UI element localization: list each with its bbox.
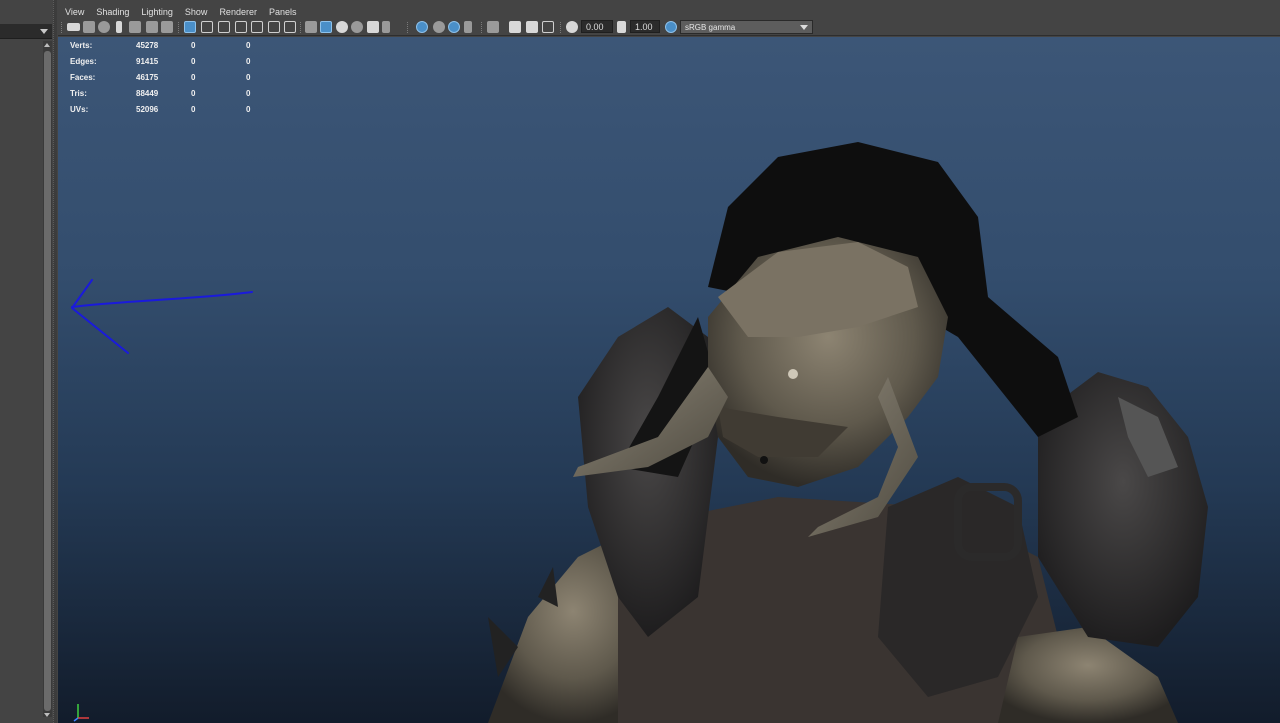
grid-icon[interactable] bbox=[129, 21, 141, 33]
color-space-dropdown[interactable]: sRGB gamma bbox=[680, 20, 813, 34]
hud-value: 0 bbox=[191, 40, 196, 50]
xray-joints-icon[interactable] bbox=[526, 21, 538, 33]
panel-menubar: View Shading Lighting Show Renderer Pane… bbox=[58, 4, 1280, 20]
hud-value: 0 bbox=[191, 72, 196, 82]
menu-shading[interactable]: Shading bbox=[90, 7, 135, 17]
title-safe-icon[interactable] bbox=[251, 21, 263, 33]
camera-icon[interactable] bbox=[67, 23, 80, 31]
backface-culling-icon[interactable] bbox=[542, 21, 554, 33]
panel-splitter[interactable] bbox=[53, 0, 57, 723]
isolate-select-icon[interactable] bbox=[487, 21, 499, 33]
gamma-icon[interactable] bbox=[617, 21, 626, 33]
use-all-lights-icon[interactable] bbox=[367, 21, 379, 33]
chevron-down-icon bbox=[40, 29, 48, 34]
panel-toolbar: 0.00 1.00 sRGB gamma bbox=[58, 19, 1280, 36]
hud-value: 0 bbox=[246, 72, 251, 82]
textured-icon[interactable] bbox=[351, 21, 363, 33]
hud-value: 0 bbox=[191, 104, 196, 114]
hud-row-verts: Verts: 45278 0 0 bbox=[70, 37, 286, 53]
scroll-down-icon[interactable] bbox=[44, 713, 50, 717]
menu-view[interactable]: View bbox=[58, 7, 90, 17]
hud-value: 0 bbox=[246, 40, 251, 50]
bookmark-icon[interactable] bbox=[98, 21, 110, 33]
color-space-value: sRGB gamma bbox=[685, 23, 736, 32]
viewport[interactable]: Verts: 45278 0 0 Edges: 91415 0 0 Faces:… bbox=[58, 37, 1280, 723]
axis-gizmo bbox=[73, 704, 89, 722]
hud-value: 88449 bbox=[136, 88, 159, 98]
arm-blade bbox=[538, 567, 558, 607]
camera-attributes-icon[interactable] bbox=[83, 21, 95, 33]
toolbar-separator bbox=[300, 22, 302, 33]
hud-label: Edges: bbox=[70, 56, 97, 66]
hud-value: 46175 bbox=[136, 72, 159, 82]
hud-row-edges: Edges: 91415 0 0 bbox=[70, 53, 286, 69]
hud-label: UVs: bbox=[70, 104, 89, 114]
hud-value: 91415 bbox=[136, 56, 159, 66]
text-overlay-icon[interactable] bbox=[268, 21, 280, 33]
safe-action-icon[interactable] bbox=[201, 21, 213, 33]
default-lighting-icon[interactable] bbox=[336, 21, 348, 33]
toolbar-separator bbox=[61, 22, 63, 33]
toolbar-separator bbox=[178, 22, 180, 33]
chevron-down-icon bbox=[800, 25, 808, 30]
grid-toggle-icon[interactable] bbox=[184, 21, 196, 33]
smooth-shade-icon[interactable] bbox=[320, 21, 332, 33]
shadows-icon[interactable] bbox=[382, 21, 390, 33]
exposure-icon[interactable] bbox=[566, 21, 578, 33]
hud-label: Tris: bbox=[70, 88, 87, 98]
hud-label: Faces: bbox=[70, 72, 96, 82]
scroll-up-icon[interactable] bbox=[44, 43, 50, 47]
motion-blur-icon[interactable] bbox=[433, 21, 445, 33]
gate-mask-icon[interactable] bbox=[235, 21, 247, 33]
hud-value: 0 bbox=[246, 56, 251, 66]
film-gate-icon[interactable] bbox=[146, 21, 158, 33]
model-render bbox=[71, 142, 1208, 723]
hud-value: 0 bbox=[191, 88, 196, 98]
resolution-gate-icon[interactable] bbox=[161, 21, 173, 33]
hud-value: 0 bbox=[191, 56, 196, 66]
hud-value: 52096 bbox=[136, 104, 159, 114]
exposure-field[interactable]: 0.00 bbox=[581, 20, 613, 33]
depth-of-field-icon[interactable] bbox=[464, 21, 472, 33]
xray-icon[interactable] bbox=[509, 21, 521, 33]
annotation-arrow-head bbox=[71, 279, 129, 354]
hud-row-tris: Tris: 88449 0 0 bbox=[70, 85, 286, 101]
nostril bbox=[760, 456, 768, 464]
menu-lighting[interactable]: Lighting bbox=[135, 7, 179, 17]
hud-row-uvs: UVs: 52096 0 0 bbox=[70, 101, 286, 117]
hud-value: 0 bbox=[246, 88, 251, 98]
z-axis-line bbox=[73, 717, 79, 722]
hud-row-faces: Faces: 46175 0 0 bbox=[70, 69, 286, 85]
anti-aliasing-icon[interactable] bbox=[448, 21, 460, 33]
hud-icon[interactable] bbox=[284, 21, 296, 33]
menu-renderer[interactable]: Renderer bbox=[213, 7, 263, 17]
toolbar-separator bbox=[560, 22, 562, 33]
image-plane-icon[interactable] bbox=[116, 21, 122, 33]
eye bbox=[788, 369, 798, 379]
color-management-icon[interactable] bbox=[665, 21, 677, 33]
field-chart-icon[interactable] bbox=[218, 21, 230, 33]
scrollbar-thumb[interactable] bbox=[44, 51, 51, 711]
annotation-arrow-shaft bbox=[71, 291, 253, 308]
outliner-panel bbox=[0, 0, 56, 723]
hud-value: 0 bbox=[246, 104, 251, 114]
hud-value: 45278 bbox=[136, 40, 159, 50]
toolbar-separator bbox=[481, 22, 483, 33]
hud-label: Verts: bbox=[70, 40, 93, 50]
ambient-occlusion-icon[interactable] bbox=[416, 21, 428, 33]
menu-panels[interactable]: Panels bbox=[263, 7, 303, 17]
menu-show[interactable]: Show bbox=[179, 7, 214, 17]
toolbar-separator bbox=[407, 22, 409, 33]
outliner-dropdown[interactable] bbox=[0, 24, 52, 39]
outliner-scrollbar[interactable] bbox=[43, 41, 52, 717]
wireframe-icon[interactable] bbox=[305, 21, 317, 33]
poly-count-hud: Verts: 45278 0 0 Edges: 91415 0 0 Faces:… bbox=[70, 37, 286, 117]
gamma-field[interactable]: 1.00 bbox=[630, 20, 660, 33]
